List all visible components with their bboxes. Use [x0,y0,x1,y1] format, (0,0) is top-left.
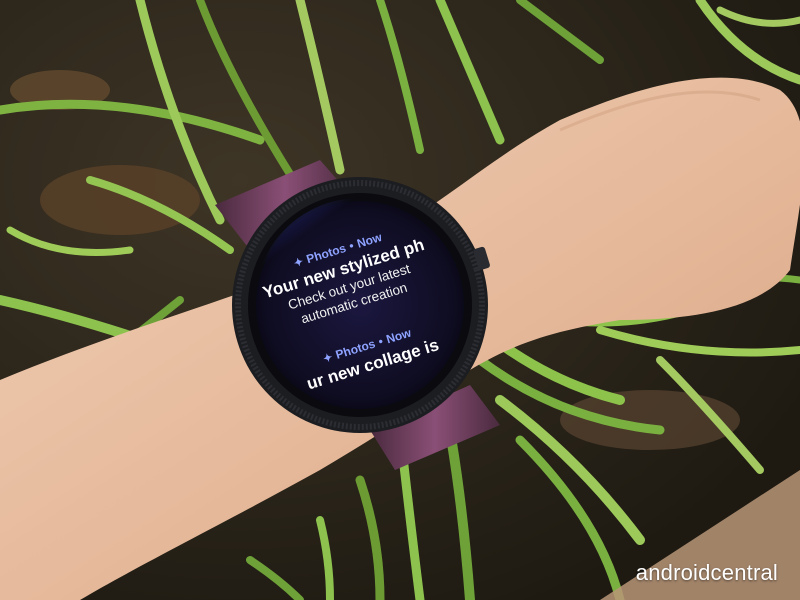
notification-separator: • [376,334,385,349]
watermark: androidcentral [635,560,778,585]
photos-icon: ✦ [292,255,305,270]
notification-separator: • [347,238,356,254]
photos-icon: ✦ [321,351,335,366]
